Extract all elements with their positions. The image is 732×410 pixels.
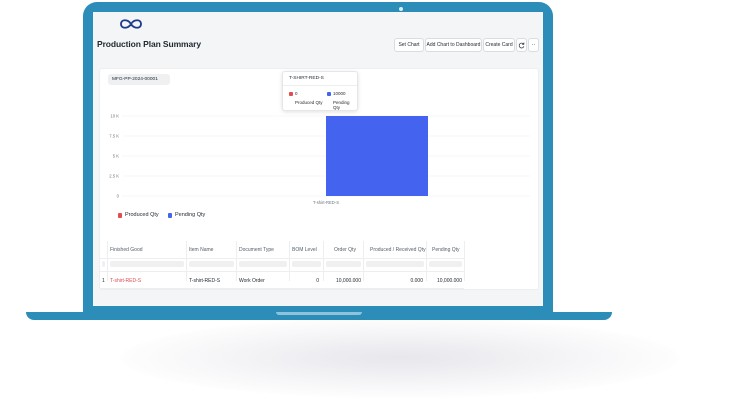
app-logo-icon: [120, 19, 142, 29]
column-divider: [363, 241, 364, 281]
y-tick-label: 5 K: [113, 154, 119, 159]
col-finished-good[interactable]: Finished Good: [110, 242, 143, 258]
filter-row-divider: [100, 271, 464, 272]
column-divider: [236, 241, 237, 281]
row-index: 1: [102, 278, 105, 284]
cell-produced-qty: 0.000: [410, 278, 423, 284]
cell-bom-level: 0: [316, 278, 319, 284]
column-divider: [107, 241, 108, 281]
chart-tooltip: T-SHIRT-RED-S 0 Produced Qty 10000 Pendi…: [282, 71, 358, 111]
column-divider: [426, 241, 427, 281]
chart-x-ticks: T-shirt-RED-S: [313, 200, 339, 205]
header-divider: [100, 258, 464, 259]
bar-pending-qty[interactable]: [326, 116, 428, 196]
y-tick-label: 10 K: [110, 114, 119, 119]
chart-bars: [326, 116, 428, 196]
laptop-shadow: [120, 318, 680, 398]
legend-pending-qty[interactable]: Pending Qty: [168, 212, 205, 218]
column-divider: [289, 241, 290, 281]
tooltip-pending-swatch: [327, 92, 331, 96]
set-chart-button[interactable]: Set Chart: [394, 38, 424, 52]
tooltip-pending-label: Pending Qty: [333, 100, 350, 110]
page-title: Production Plan Summary: [97, 39, 201, 49]
col-bom-level[interactable]: BOM Level: [292, 242, 317, 258]
add-chart-to-dashboard-button[interactable]: Add Chart to Dashboard: [425, 38, 482, 52]
more-button[interactable]: ··: [528, 38, 539, 52]
column-divider: [186, 241, 187, 281]
x-tick-label: T-shirt-RED-S: [313, 200, 339, 205]
chart-y-ticks: 0 2.5 K 5 K 7.5 K 10 K: [109, 114, 119, 199]
col-produced-received-qty[interactable]: Produced / Received Qty: [370, 242, 426, 258]
app-screen: Production Plan Summary Set Chart Add Ch…: [93, 12, 543, 306]
filter-order-qty[interactable]: [326, 261, 361, 267]
cell-pending-qty: 10,000.000: [436, 278, 462, 284]
col-item-name[interactable]: Item Name: [189, 242, 213, 258]
camera-dot: [399, 7, 403, 11]
tooltip-divider: [283, 85, 357, 86]
filter-cell-index: [102, 261, 105, 267]
legend-produced-swatch: [118, 212, 122, 218]
filter-document-type[interactable]: [239, 261, 287, 267]
filter-pending-qty[interactable]: [429, 261, 462, 267]
cell-document-type: Work Order: [239, 278, 265, 284]
legend-produced-qty[interactable]: Produced Qty: [118, 212, 159, 218]
y-tick-label: 0: [117, 194, 120, 199]
refresh-icon: [518, 42, 525, 48]
col-document-type[interactable]: Document Type: [239, 242, 274, 258]
y-tick-label: 2.5 K: [109, 174, 119, 179]
tooltip-produced-swatch: [289, 92, 293, 96]
col-order-qty[interactable]: Order Qty: [334, 242, 356, 258]
filter-finished-good[interactable]: [110, 261, 184, 267]
tooltip-title: T-SHIRT-RED-S: [289, 76, 324, 81]
cell-item-name: T-shirt-RED-S: [189, 278, 221, 284]
column-divider: [464, 241, 465, 281]
column-divider: [323, 241, 324, 281]
legend-pending-label: Pending Qty: [175, 212, 206, 218]
tooltip-pending-value: 10000: [333, 91, 346, 96]
legend-produced-label: Produced Qty: [125, 212, 159, 218]
tooltip-produced-label: Produced Qty: [295, 100, 323, 105]
refresh-button[interactable]: [516, 38, 527, 52]
tooltip-produced-value: 0: [295, 91, 298, 96]
row-divider: [100, 288, 464, 289]
chart-panel: MFG-PP-2024-00001 0 2.5 K5 K 7.5 K 10 K T-s…: [99, 68, 539, 290]
cell-order-qty: 10,000.000: [335, 278, 361, 284]
col-pending-qty[interactable]: Pending Qty: [432, 242, 460, 258]
laptop-notch: [276, 312, 362, 315]
legend-pending-swatch: [168, 212, 172, 218]
filter-item-name[interactable]: [189, 261, 234, 267]
more-icon: ··: [531, 42, 536, 48]
filter-bom-level[interactable]: [292, 261, 321, 267]
create-card-button[interactable]: Create Card: [483, 38, 515, 52]
cell-finished-good-link[interactable]: T-shirt-RED-S: [110, 274, 141, 288]
y-tick-label: 7.5 K: [109, 134, 119, 139]
filter-produced-qty[interactable]: [366, 261, 424, 267]
